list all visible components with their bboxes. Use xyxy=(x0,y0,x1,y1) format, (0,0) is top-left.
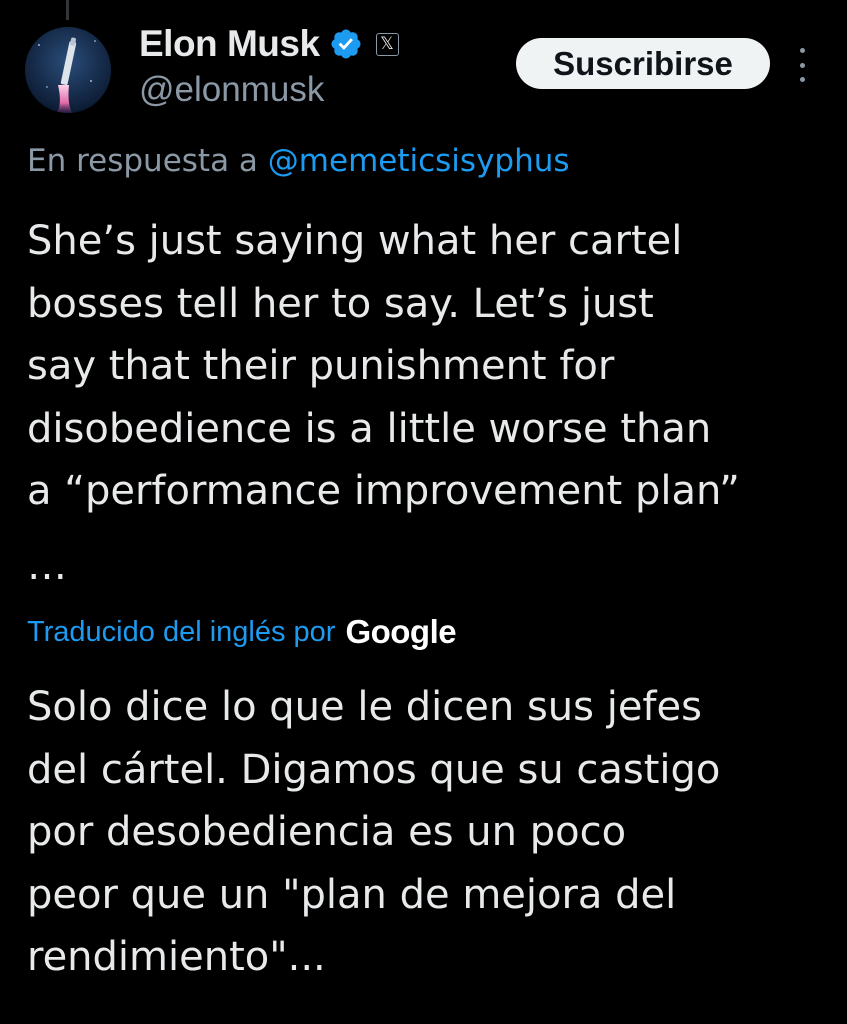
thread-connector-line xyxy=(66,0,69,20)
translated-text-line: Solo dice lo que le dicen sus jefes xyxy=(27,684,702,730)
tweet-text-line: disobedience is a little worse than xyxy=(27,405,712,452)
translation-attribution: Traducido del inglés por Google xyxy=(27,608,457,656)
translated-text-line: rendimiento"... xyxy=(27,934,326,980)
more-dot xyxy=(799,48,805,53)
verified-badge-icon[interactable] xyxy=(329,27,363,61)
tweet-translated-text: Solo dice lo que le dicen sus jefes del … xyxy=(27,676,827,989)
tweet-text-line: She’s just saying what her cartel xyxy=(27,218,683,264)
tweet-ellipsis: … xyxy=(27,543,67,589)
avatar[interactable] xyxy=(25,27,111,113)
display-name[interactable]: Elon Musk xyxy=(139,23,320,65)
x-logo-icon[interactable]: 𝕏 xyxy=(375,32,399,56)
tweet-text-line: say that their punishment for xyxy=(27,343,615,389)
translated-text-line: peor que un "plan de mejora del xyxy=(27,871,677,918)
author-name-row: Elon Musk 𝕏 xyxy=(139,20,399,68)
tweet-text-line: bosses tell her to say. Let’s just xyxy=(27,280,654,327)
more-dot xyxy=(799,62,805,68)
reply-mention-link[interactable]: @memeticsisyphus xyxy=(268,143,570,179)
more-dot xyxy=(799,77,805,82)
reply-prefix: En respuesta a xyxy=(27,143,258,179)
translated-text-line: por desobediencia es un poco xyxy=(27,809,627,855)
translated-text-line: del cártel. Digamos que su castigo xyxy=(27,746,721,793)
tweet-original-text: She’s just saying what her cartel bosses… xyxy=(27,210,827,523)
reply-context: En respuesta a @memeticsisyphus xyxy=(27,143,570,179)
avatar-image xyxy=(25,27,111,113)
tweet-text-line: a “performance improvement plan” xyxy=(27,468,740,514)
translated-by-link[interactable]: Traducido del inglés por xyxy=(27,616,335,649)
google-logo: Google xyxy=(345,613,457,650)
more-options-icon[interactable] xyxy=(794,48,810,82)
user-handle[interactable]: @elonmusk xyxy=(139,70,324,110)
subscribe-button[interactable]: Suscribirse xyxy=(516,38,770,89)
